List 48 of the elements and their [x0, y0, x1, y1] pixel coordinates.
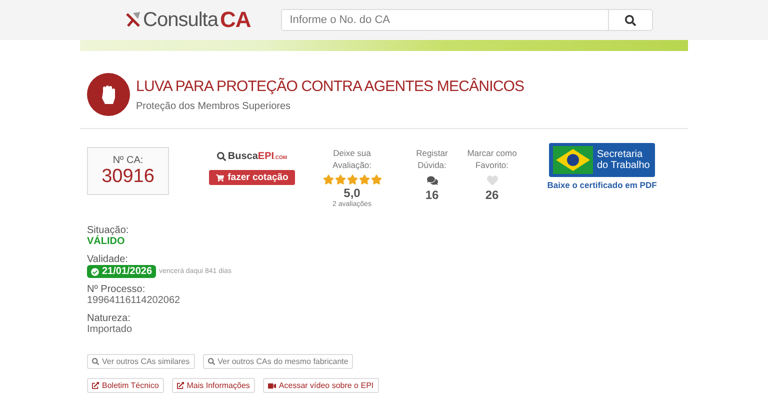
search-button[interactable]	[608, 9, 653, 31]
pdf-link[interactable]: Baixe o certificado em PDF	[547, 180, 657, 190]
action-link[interactable]: Boletim Técnico	[87, 378, 164, 393]
product-category: Proteção dos Membros Superiores	[136, 100, 292, 112]
glove-icon	[87, 73, 130, 116]
cart-icon	[216, 174, 224, 182]
quote-button[interactable]: fazer cotação	[208, 170, 296, 185]
logo-text: Consulta	[143, 8, 218, 32]
favorite-count: 26	[485, 188, 499, 202]
ministry-logo[interactable]: Secretaria do Trabalho	[549, 143, 655, 177]
detail-label: Validade:	[87, 254, 129, 265]
external-link-icon	[92, 382, 99, 389]
flag-icon	[553, 146, 593, 174]
detail-label: Natureza:	[87, 313, 132, 324]
star-icon	[370, 174, 382, 185]
star-icon	[334, 174, 346, 185]
detail-label: Situação:	[87, 225, 130, 236]
search-icon	[216, 152, 226, 161]
search-icon	[624, 14, 636, 26]
star-icon	[358, 174, 370, 185]
validity-badge: 21/01/2026	[87, 265, 156, 278]
ca-label: Nº CA:	[112, 154, 144, 166]
external-link-icon	[176, 382, 184, 389]
detail-value: 19964116114202062	[87, 295, 182, 307]
star-icon	[346, 174, 358, 185]
search-icon	[92, 358, 99, 365]
search-field[interactable]: Informe o No. do CA	[280, 9, 609, 31]
action-link[interactable]: Mais Informações	[172, 378, 255, 393]
star-rating[interactable]	[322, 174, 382, 185]
video-icon	[268, 382, 276, 390]
check-icon	[91, 268, 99, 276]
favorite-label: Marcar como Favorito:	[466, 147, 518, 171]
similar-link[interactable]: Ver outros CAs do mesmo fabricante	[202, 354, 354, 369]
star-icon	[322, 174, 334, 185]
ca-number: 30916	[102, 166, 154, 188]
product-title: LUVA PARA PROTEÇÃO CONTRA AGENTES MECÂNICOS	[136, 78, 524, 94]
similar-link[interactable]: Ver outros CAs similares	[87, 354, 195, 369]
doubt-count: 16	[425, 188, 439, 202]
comments-icon[interactable]	[426, 175, 438, 186]
rating-label: Deixe sua Avaliação:	[331, 147, 373, 171]
doubt-label: Registar Dúvida:	[415, 147, 449, 171]
detail-value: Importado	[87, 324, 134, 336]
rating-score: 5,0	[344, 186, 360, 200]
logo-text: CA	[220, 7, 251, 33]
search-icon	[208, 358, 215, 365]
action-link[interactable]: Acessar vídeo sobre o EPI	[262, 378, 379, 393]
status-value: VÁLIDO	[87, 236, 125, 248]
detail-label: Nº Processo:	[87, 284, 146, 295]
